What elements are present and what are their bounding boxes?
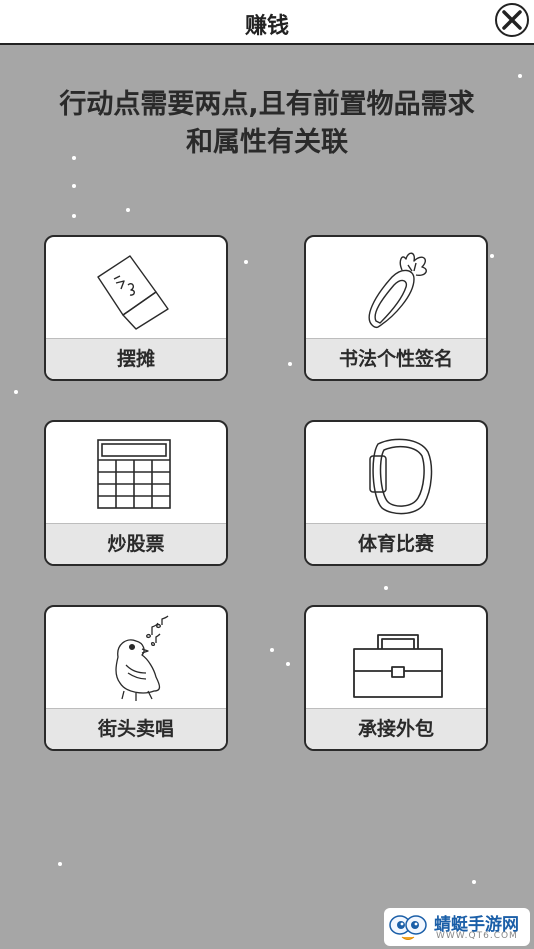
snow-dot — [58, 862, 62, 866]
notice-line-2: 和属性有关联 — [186, 127, 348, 158]
top-bar: 赚钱 — [0, 0, 534, 45]
snow-dot — [288, 362, 292, 366]
option-card-stall[interactable]: 摆摊 — [44, 235, 228, 381]
option-picture — [306, 422, 486, 526]
close-icon — [502, 10, 522, 30]
snow-dot — [384, 586, 388, 590]
option-label: 摆摊 — [46, 338, 226, 379]
snow-dot — [286, 662, 290, 666]
snow-dot — [72, 214, 76, 218]
option-label: 炒股票 — [46, 523, 226, 564]
close-button[interactable] — [495, 3, 529, 37]
notice-line-1: 行动点需要两点,且有前置物品需求 — [59, 89, 475, 120]
option-label: 书法个性签名 — [306, 338, 486, 379]
option-picture — [46, 237, 226, 341]
site-watermark: 蜻蜓手游网 WWW.QT6.COM — [384, 908, 530, 946]
wristband-icon — [369, 438, 433, 515]
snow-dot — [518, 74, 522, 78]
calculator-grid-icon — [97, 439, 171, 509]
option-card-sports[interactable]: 体育比赛 — [304, 420, 488, 566]
singing-bird-icon — [115, 615, 169, 701]
page-title: 赚钱 — [244, 14, 289, 39]
sign-card-icon — [97, 255, 169, 330]
option-card-street-singing[interactable]: 街头卖唱 — [44, 605, 228, 751]
action-point-notice: 行动点需要两点,且有前置物品需求 和属性有关联 — [20, 86, 514, 162]
option-picture — [46, 422, 226, 526]
option-picture — [306, 607, 486, 711]
snow-dot — [72, 184, 76, 188]
option-card-calligraphy[interactable]: 书法个性签名 — [304, 235, 488, 381]
option-picture — [46, 607, 226, 711]
briefcase-icon — [353, 634, 443, 698]
snow-dot — [244, 260, 248, 264]
option-label: 体育比赛 — [306, 523, 486, 564]
option-card-stocks[interactable]: 炒股票 — [44, 420, 228, 566]
snow-dot — [14, 390, 18, 394]
option-label: 承接外包 — [306, 708, 486, 749]
option-picture — [306, 237, 486, 341]
snow-dot — [126, 208, 130, 212]
snow-dot — [270, 648, 274, 652]
option-label: 街头卖唱 — [46, 708, 226, 749]
carrot-icon — [368, 252, 427, 329]
option-card-outsourcing[interactable]: 承接外包 — [304, 605, 488, 751]
dragonfly-logo-icon — [389, 915, 427, 940]
snow-dot — [490, 254, 494, 258]
snow-dot — [472, 880, 476, 884]
watermark-url: WWW.QT6.COM — [436, 931, 518, 941]
